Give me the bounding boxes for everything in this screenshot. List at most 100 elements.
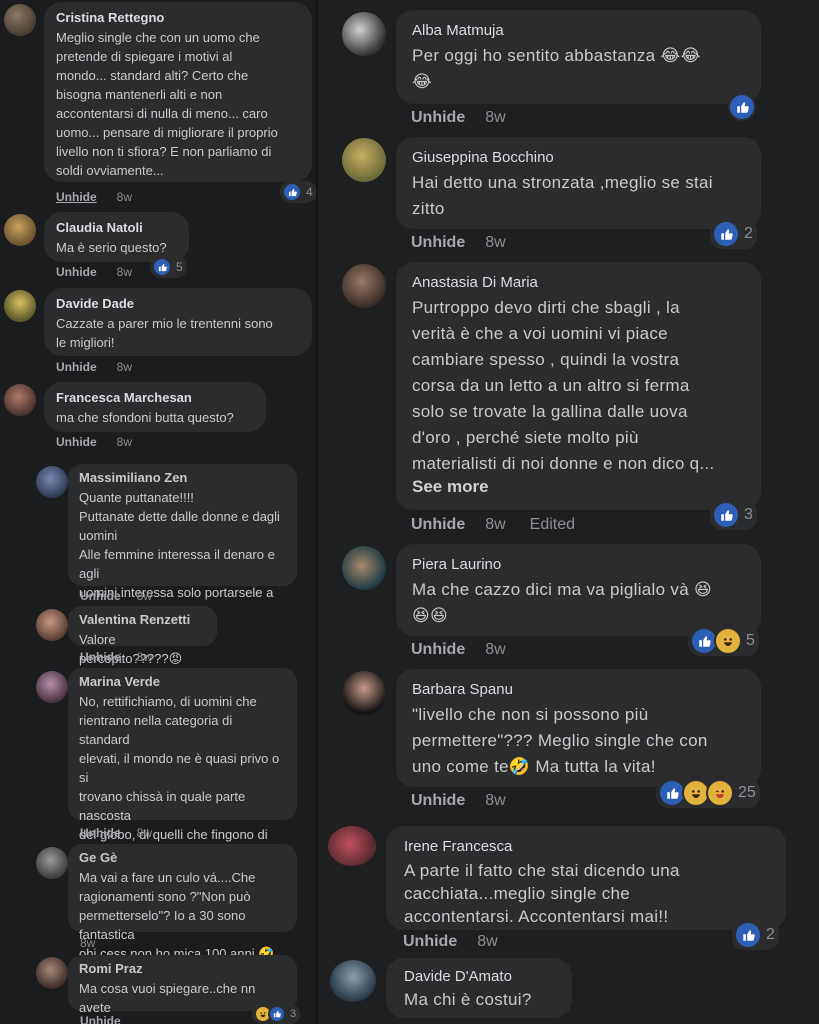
commenter-name[interactable]: Massimiliano Zen (79, 470, 286, 485)
timestamp: 8w (116, 435, 133, 449)
comment-bubble: Claudia Natoli Ma è serio questo? (44, 212, 189, 262)
comment-text: Purtroppo devo dirti che sbagli , la ver… (412, 298, 715, 473)
reaction-count: 25 (738, 784, 756, 801)
timestamp: 8w (136, 826, 153, 840)
unhide-button[interactable]: Unhide (56, 190, 97, 204)
comment-bubble: Francesca Marchesan ma che sfondoni butt… (44, 382, 266, 432)
avatar[interactable] (330, 960, 376, 1002)
like-reaction-icon (734, 921, 762, 949)
commenter-name[interactable]: Marina Verde (79, 674, 286, 689)
comment-bubble: Davide D'Amato Ma chi è costui? (386, 958, 572, 1018)
unhide-button[interactable]: Unhide (80, 826, 121, 840)
reaction-summary[interactable]: 5 (150, 256, 187, 278)
unhide-button[interactable]: Unhide (80, 650, 121, 664)
like-reaction-icon (268, 1005, 286, 1023)
reaction-count: 5 (176, 260, 183, 274)
reply-meta: Unhide (80, 1014, 137, 1024)
reaction-summary[interactable]: 2 (710, 219, 757, 249)
reaction-count: 3 (744, 506, 753, 523)
commenter-name[interactable]: Romi Praz (79, 961, 286, 976)
comment-bubble: Anastasia Di Maria Purtroppo devo dirti … (396, 262, 761, 510)
avatar[interactable] (342, 671, 386, 715)
avatar[interactable] (342, 546, 386, 590)
reaction-summary[interactable]: 2 (732, 920, 779, 950)
reaction-summary[interactable]: 25 (656, 778, 760, 808)
commenter-name[interactable]: Piera Laurino (412, 556, 745, 573)
commenter-name[interactable]: Valentina Renzetti (79, 612, 206, 627)
avatar[interactable] (4, 214, 36, 246)
unhide-button[interactable]: Unhide (411, 516, 465, 533)
unhide-button[interactable]: Unhide (56, 435, 97, 449)
commenter-name[interactable]: Cristina Rettegno (56, 10, 300, 25)
reaction-summary[interactable]: 5 (688, 626, 759, 656)
reaction-summary[interactable]: 3 (252, 1004, 301, 1024)
avatar[interactable] (342, 12, 386, 56)
unhide-button[interactable]: Unhide (411, 792, 465, 809)
avatar[interactable] (4, 384, 36, 416)
right-comments-column: Alba Matmuja Per oggi ho sentito abbasta… (318, 0, 819, 1024)
like-reaction-icon (712, 501, 740, 529)
commenter-name[interactable]: Giuseppina Bocchino (412, 149, 745, 166)
comment-text: ma che sfondoni butta questo? (56, 410, 234, 425)
avatar[interactable] (4, 4, 36, 36)
avatar[interactable] (36, 957, 68, 989)
comment-text: Ma chi è costui? (404, 990, 532, 1009)
unhide-button[interactable]: Unhide (56, 265, 97, 279)
commenter-name[interactable]: Irene Francesca (404, 838, 768, 855)
unhide-button[interactable]: Unhide (411, 234, 465, 251)
avatar[interactable] (36, 466, 68, 498)
unhide-button[interactable]: Unhide (403, 933, 457, 950)
comment-bubble: Alba Matmuja Per oggi ho sentito abbasta… (396, 10, 761, 104)
commenter-name[interactable]: Barbara Spanu (412, 681, 745, 698)
timestamp: 8w (136, 650, 153, 664)
comment-meta: Unhide 8w (56, 360, 156, 374)
reply-meta: Unhide 8w (80, 589, 176, 603)
see-more-link[interactable]: See more (412, 477, 489, 496)
avatar[interactable] (36, 847, 68, 879)
commenter-name[interactable]: Alba Matmuja (412, 22, 745, 39)
comment-text: Ma che cazzo dici ma va piglialo và 😆 😆😆 (412, 580, 712, 625)
comment-text: Per oggi ho sentito abbastanza 😂😂 😂 (412, 46, 701, 91)
wink-reaction-icon (706, 779, 734, 807)
comment-text: Cazzate a parer mio le trentenni sono le… (56, 316, 273, 350)
unhide-button[interactable]: Unhide (411, 641, 465, 658)
comment-meta: Unhide 8w (403, 933, 522, 951)
reaction-summary[interactable] (726, 92, 756, 122)
timestamp: 8w (80, 936, 96, 950)
reaction-summary[interactable]: 3 (710, 500, 757, 530)
reaction-count: 2 (744, 225, 753, 242)
comment-meta: Unhide 8w (56, 435, 156, 449)
unhide-button[interactable]: Unhide (80, 1014, 121, 1024)
unhide-button[interactable]: Unhide (56, 360, 97, 374)
commenter-name[interactable]: Claudia Natoli (56, 220, 177, 235)
avatar[interactable] (36, 671, 68, 703)
commenter-name[interactable]: Ge Gè (79, 850, 286, 865)
reaction-count: 4 (306, 185, 313, 199)
commenter-name[interactable]: Davide D'Amato (404, 968, 554, 985)
comment-meta: Unhide 8w (411, 109, 530, 127)
commenter-name[interactable]: Anastasia Di Maria (412, 274, 745, 291)
unhide-button[interactable]: Unhide (80, 589, 121, 603)
comment-text: Hai detto una stronzata ,meglio se stai … (412, 173, 713, 218)
avatar[interactable] (36, 609, 68, 641)
like-reaction-icon (712, 220, 740, 248)
commenter-name[interactable]: Francesca Marchesan (56, 390, 254, 405)
comment-bubble: Piera Laurino Ma che cazzo dici ma va pi… (396, 544, 761, 636)
comment-text: Meglio single che con un uomo che preten… (56, 30, 278, 178)
comment-bubble: Irene Francesca A parte il fatto che sta… (386, 826, 786, 930)
like-reaction-icon (728, 93, 756, 121)
comment-meta: Unhide 8w Edited (411, 516, 575, 534)
comment-text: "livello che non si possono più permette… (412, 705, 708, 776)
comment-meta: Unhide 8w (56, 190, 156, 204)
avatar[interactable] (342, 264, 386, 308)
commenter-name[interactable]: Davide Dade (56, 296, 300, 311)
unhide-button[interactable]: Unhide (411, 109, 465, 126)
avatar[interactable] (328, 826, 376, 866)
reaction-summary[interactable]: 4 (280, 181, 317, 203)
avatar[interactable] (4, 290, 36, 322)
timestamp: 8w (136, 589, 153, 603)
timestamp: 8w (116, 265, 133, 279)
reaction-count: 2 (766, 926, 775, 943)
timestamp: 8w (485, 516, 506, 533)
avatar[interactable] (342, 138, 386, 182)
